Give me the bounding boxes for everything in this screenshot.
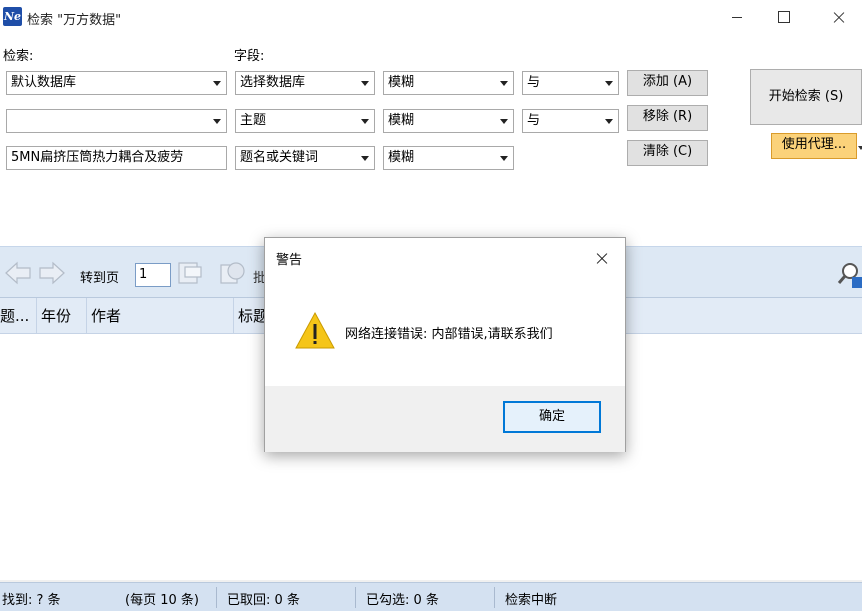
remove-button[interactable]: 移除 (R) xyxy=(627,105,708,131)
status-separator xyxy=(216,587,217,608)
field-select-1-value: 选择数据库 xyxy=(240,75,306,90)
match-select-3[interactable]: 模糊 xyxy=(383,146,514,170)
status-state: 检索中断 xyxy=(505,593,558,608)
chevron-down-icon xyxy=(361,81,369,86)
chevron-down-icon xyxy=(605,119,613,124)
warning-icon xyxy=(295,311,335,349)
database-select-2[interactable] xyxy=(6,109,227,133)
logic-select-2[interactable]: 与 xyxy=(522,109,619,133)
database-select-1-value: 默认数据库 xyxy=(11,75,77,90)
dialog-footer: 确定 xyxy=(265,386,625,452)
status-checked: 已勾选: 0 条 xyxy=(366,593,439,608)
column-header-title-short[interactable]: 题... xyxy=(0,298,37,334)
search-label: 检索: xyxy=(3,49,34,64)
proxy-dropdown-icon[interactable] xyxy=(858,146,862,150)
chevron-down-icon xyxy=(500,156,508,161)
back-arrow-icon[interactable] xyxy=(4,259,32,287)
title-bar: Ne 检索 "万方数据" xyxy=(0,0,862,34)
app-icon: Ne xyxy=(3,7,22,26)
chevron-down-icon xyxy=(500,81,508,86)
chevron-down-icon xyxy=(361,119,369,124)
close-icon[interactable] xyxy=(589,246,615,272)
warning-dialog: 警告 网络连接错误: 内部错误,请联系我们 确定 xyxy=(264,237,626,452)
status-fetched: 已取回: 0 条 xyxy=(227,593,300,608)
close-window-button[interactable] xyxy=(816,0,862,34)
maximize-button[interactable] xyxy=(760,0,806,34)
status-separator xyxy=(355,587,356,608)
forward-arrow-icon[interactable] xyxy=(38,259,66,287)
match-select-1-value: 模糊 xyxy=(388,75,415,90)
field-select-3-value: 题名或关键词 xyxy=(240,150,319,165)
column-header-year[interactable]: 年份 xyxy=(37,298,87,334)
field-select-2-value: 主题 xyxy=(240,113,267,128)
column-header-author[interactable]: 作者 xyxy=(87,298,234,334)
match-select-2[interactable]: 模糊 xyxy=(383,109,514,133)
use-proxy-button[interactable]: 使用代理... xyxy=(771,133,857,159)
dialog-message: 网络连接错误: 内部错误,请联系我们 xyxy=(345,327,553,342)
window-title: 检索 "万方数据" xyxy=(27,13,122,28)
field-select-2[interactable]: 主题 xyxy=(235,109,375,133)
keyword-input[interactable]: 5MN扁挤压筒热力耦合及疲劳 xyxy=(6,146,227,170)
match-select-3-value: 模糊 xyxy=(388,150,415,165)
field-select-3[interactable]: 题名或关键词 xyxy=(235,146,375,170)
chevron-down-icon xyxy=(213,81,221,86)
dialog-title: 警告 xyxy=(276,253,303,268)
search-panel: 检索: 字段: 默认数据库 选择数据库 模糊 与 主题 模糊 与 5MN扁挤压筒… xyxy=(0,34,862,246)
chevron-down-icon xyxy=(605,81,613,86)
chevron-down-icon xyxy=(361,156,369,161)
logic-select-2-value: 与 xyxy=(527,113,541,128)
field-select-1[interactable]: 选择数据库 xyxy=(235,71,375,95)
ok-button[interactable]: 确定 xyxy=(503,401,601,433)
match-select-2-value: 模糊 xyxy=(388,113,415,128)
find-icon[interactable] xyxy=(836,261,862,289)
logic-select-1-value: 与 xyxy=(527,75,541,90)
start-search-button[interactable]: 开始检索 (S) xyxy=(750,69,862,125)
goto-page-label: 转到页 xyxy=(80,271,120,286)
match-select-1[interactable]: 模糊 xyxy=(383,71,514,95)
logic-select-1[interactable]: 与 xyxy=(522,71,619,95)
status-bar: 找到: ? 条 (每页 10 条) 已取回: 0 条 已勾选: 0 条 检索中断 xyxy=(0,582,862,611)
goto-page-icon[interactable] xyxy=(176,259,204,287)
batch-icon[interactable] xyxy=(218,259,246,287)
status-separator xyxy=(494,587,495,608)
database-select-1[interactable]: 默认数据库 xyxy=(6,71,227,95)
minimize-button[interactable] xyxy=(714,0,760,34)
status-found: 找到: ? 条 xyxy=(2,593,61,608)
clear-button[interactable]: 清除 (C) xyxy=(627,140,708,166)
chevron-down-icon xyxy=(500,119,508,124)
field-label: 字段: xyxy=(234,49,265,64)
page-number-input[interactable]: 1 xyxy=(135,263,171,287)
keyword-input-value: 5MN扁挤压筒热力耦合及疲劳 xyxy=(11,150,184,165)
add-button[interactable]: 添加 (A) xyxy=(627,70,708,96)
chevron-down-icon xyxy=(213,119,221,124)
status-per-page: (每页 10 条) xyxy=(125,593,199,608)
